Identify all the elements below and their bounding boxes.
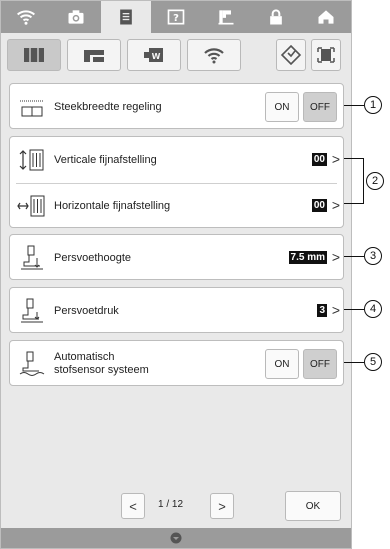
vertical-fine-adjust-row[interactable]: Verticale fijnafstelling 00 > [10,137,343,183]
top-tab-bar: ? [1,1,351,33]
stitch-width-on-button[interactable]: ON [265,92,299,122]
horizontal-fine-adjust-label: Horizontale fijnafstelling [54,199,171,212]
tab-lock[interactable] [251,1,301,33]
wifi-icon [17,10,35,25]
previous-page-button[interactable]: < [121,493,145,519]
svg-text:W: W [152,52,161,61]
presser-height-value: 7.5 mm [288,251,327,264]
embroidery-settings-button[interactable] [67,39,121,71]
presser-height-row[interactable]: Persvoethoogte 7.5 mm > [10,235,343,281]
fabric-sensor-row: Automatisch stofsensor systeem ON OFF [10,341,343,387]
fabric-sensor-panel: Automatisch stofsensor systeem ON OFF [9,340,344,386]
wlan-settings-button[interactable] [187,39,241,71]
callout-line [344,309,364,310]
presser-foot-height-icon [21,245,43,270]
fabric-sensor-on-button[interactable]: ON [265,349,299,379]
callout-bracket [344,158,364,204]
frame-button[interactable] [311,39,341,71]
horizontal-fine-adjust-value: 00 [311,199,327,212]
tab-settings-document[interactable] [101,1,151,33]
page-indicator: 1 / 12 [158,499,184,510]
chevron-right-icon: > [331,302,340,318]
diamond-icon [280,45,302,65]
sewing-settings-button[interactable] [7,39,61,71]
fabric-sensor-off-button[interactable]: OFF [303,349,337,379]
camera-icon [68,10,84,24]
diamond-button[interactable] [276,39,306,71]
sewing-settings-icon [24,48,44,62]
tab-help[interactable]: ? [151,1,201,33]
general-settings-icon: W [144,48,163,62]
vertical-adjust-icon [19,149,44,171]
sewing-machine-icon [218,10,234,25]
presser-pressure-panel: Persvoetdruk 3 > [9,287,344,333]
chevron-right-icon: > [331,249,340,265]
stitch-width-icon [20,100,44,117]
horizontal-adjust-icon [17,195,45,217]
tab-camera[interactable] [51,1,101,33]
home-icon [318,10,334,24]
chevron-right-icon: > [331,151,340,167]
callout-line [344,105,364,106]
settings-screen: ? W Steekbreedte regeling ON OFF Vertica… [0,0,352,549]
embroidery-settings-icon [84,50,104,62]
presser-height-label: Persvoethoogte [54,251,132,264]
stitch-width-panel: Steekbreedte regeling ON OFF [9,83,344,129]
bottom-bar [1,528,351,548]
callout-marker: 5 [364,353,382,371]
help-icon: ? [167,9,185,25]
lock-icon [270,9,282,25]
presser-height-panel: Persvoethoogte 7.5 mm > [9,234,344,280]
presser-pressure-value: 3 [317,304,327,317]
vertical-fine-adjust-label: Verticale fijnafstelling [54,153,157,166]
callout-marker: 2 [366,172,384,190]
horizontal-fine-adjust-row[interactable]: Horizontale fijnafstelling 00 > [10,183,343,229]
status-icon [170,532,182,544]
stitch-width-off-button[interactable]: OFF [303,92,337,122]
callout-marker: 4 [364,300,382,318]
general-settings-button[interactable]: W [127,39,181,71]
ok-button[interactable]: OK [285,491,341,521]
tab-wifi[interactable] [1,1,51,33]
tab-sewing-machine[interactable] [201,1,251,33]
tab-home[interactable] [301,1,351,33]
chevron-right-icon: > [331,197,340,213]
presser-pressure-row[interactable]: Persvoetdruk 3 > [10,288,343,334]
callout-line [344,362,364,363]
callout-line [344,256,364,257]
vertical-fine-adjust-value: 00 [311,153,327,166]
stitch-width-row: Steekbreedte regeling ON OFF [10,84,343,130]
presser-pressure-label: Persvoetdruk [54,304,119,317]
category-bar: W [7,39,345,73]
presser-foot-pressure-icon [21,298,43,323]
callout-marker: 3 [364,247,382,265]
fine-adjust-panel: Verticale fijnafstelling 00 > Horizontal… [9,136,344,228]
fabric-sensor-icon [19,351,45,376]
svg-text:?: ? [173,13,179,24]
wlan-settings-icon [204,48,224,64]
stitch-width-label: Steekbreedte regeling [54,100,162,113]
callout-marker: 1 [364,96,382,114]
frame-icon [317,47,335,63]
fabric-sensor-label: Automatisch stofsensor systeem [54,351,149,376]
document-icon [120,9,132,25]
next-page-button[interactable]: > [210,493,234,519]
